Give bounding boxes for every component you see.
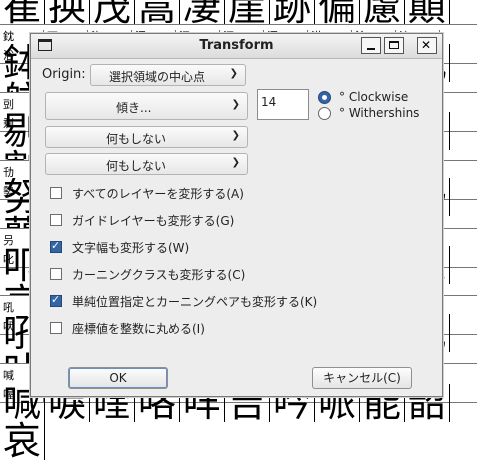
third-action-value: 何もしない xyxy=(106,159,167,173)
glyph-cell: 顛 xyxy=(405,0,450,26)
withershins-radio[interactable] xyxy=(318,107,331,120)
clockwise-radio[interactable] xyxy=(318,91,331,104)
glyph-cell: 慮 xyxy=(360,0,405,26)
maximize-icon xyxy=(389,41,399,49)
glyph-cell: 嵩 xyxy=(135,0,180,26)
glyph-cell: 换 xyxy=(45,0,90,26)
round-to-int-label: 座標値を整数に丸める(I) xyxy=(72,322,205,336)
close-button[interactable]: ✕ xyxy=(417,37,437,54)
second-action-select[interactable]: 何もしない ❯ xyxy=(45,126,248,148)
transform-type-select[interactable]: 傾き... ❯ xyxy=(45,92,248,120)
transform-guide-layer-label: ガイドレイヤーも変形する(G) xyxy=(72,214,235,228)
chevron-down-icon: ❯ xyxy=(231,99,240,110)
origin-label: Origin: xyxy=(42,67,86,82)
second-action-value: 何もしない xyxy=(106,132,167,146)
glyph-cell: 崖 xyxy=(225,0,270,26)
transform-all-layers-label: すべてのレイヤーを変形する(A) xyxy=(72,187,244,201)
transform-dialog: Transform ✕ Origin: 選択領域の中心点 ❯ 傾き... ❯ 1… xyxy=(30,33,443,397)
transform-type-value: 傾き... xyxy=(116,101,152,115)
glyph-cell: 偏 xyxy=(315,0,360,26)
glyph-cell: 茂 xyxy=(90,0,135,26)
transform-all-layers-checkbox[interactable] xyxy=(50,187,62,199)
transform-kerning-class-checkbox[interactable] xyxy=(50,268,62,280)
round-to-int-checkbox[interactable] xyxy=(50,322,62,334)
close-icon: ✕ xyxy=(421,38,432,52)
glyph-cell: 跡 xyxy=(270,0,315,26)
angle-input[interactable]: 14 xyxy=(257,89,309,120)
clockwise-label: ° Clockwise xyxy=(339,90,409,104)
transform-kerning-pairs-checkbox[interactable] xyxy=(50,293,62,307)
origin-select[interactable]: 選択領域の中心点 ❯ xyxy=(90,64,246,86)
withershins-label: ° Withershins xyxy=(339,106,420,120)
transform-kerning-class-label: カーニングクラスも変形する(C) xyxy=(72,268,246,282)
third-action-select[interactable]: 何もしない ❯ xyxy=(45,153,248,175)
glyph-cell: 哀 xyxy=(0,422,45,460)
ok-button[interactable]: OK xyxy=(68,367,168,389)
transform-kerning-pairs-label: 単純位置指定とカーニングペアも変形する(K) xyxy=(72,295,318,309)
chevron-down-icon: ❯ xyxy=(231,157,240,168)
maximize-button[interactable] xyxy=(384,37,404,54)
chevron-down-icon: ❯ xyxy=(229,68,238,79)
minimize-icon xyxy=(367,48,375,50)
transform-width-checkbox[interactable] xyxy=(50,239,62,253)
cancel-button[interactable]: キャンセル(C) xyxy=(312,367,412,389)
glyph-cell: 凄 xyxy=(180,0,225,26)
origin-select-value: 選択領域の中心点 xyxy=(109,70,206,84)
minimize-button[interactable] xyxy=(361,37,381,54)
transform-width-label: 文字幅も変形する(W) xyxy=(72,241,190,255)
transform-guide-layer-checkbox[interactable] xyxy=(50,214,62,226)
chevron-down-icon: ❯ xyxy=(231,130,240,141)
dialog-titlebar[interactable]: Transform ✕ xyxy=(31,34,442,59)
